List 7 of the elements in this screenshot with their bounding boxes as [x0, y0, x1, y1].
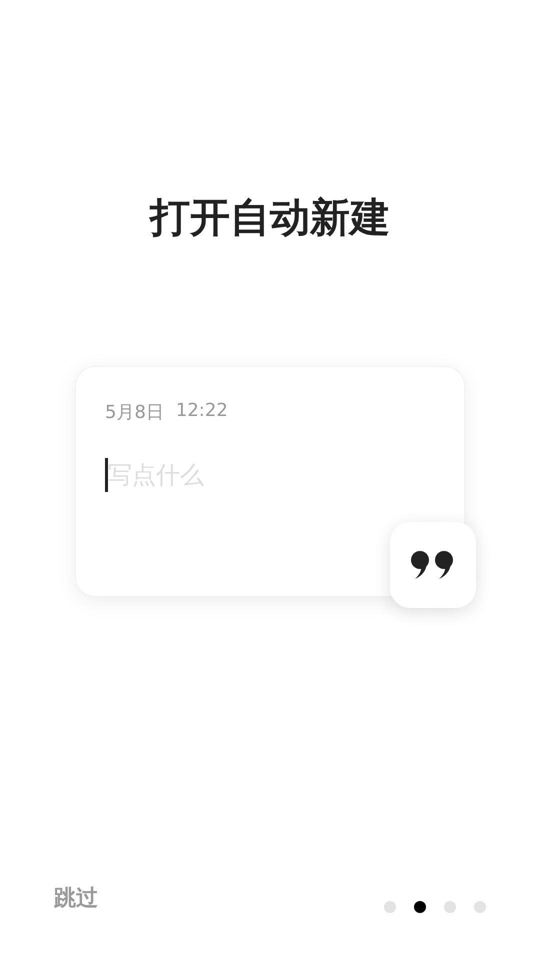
note-date: 5月8日	[105, 401, 164, 424]
page-title: 打开自动新建	[148, 194, 391, 242]
skip-button[interactable]: 跳过	[54, 883, 98, 913]
quote-icon	[410, 550, 456, 580]
quote-button[interactable]	[390, 522, 476, 608]
note-time: 12:22	[176, 400, 228, 423]
text-cursor	[105, 458, 108, 492]
